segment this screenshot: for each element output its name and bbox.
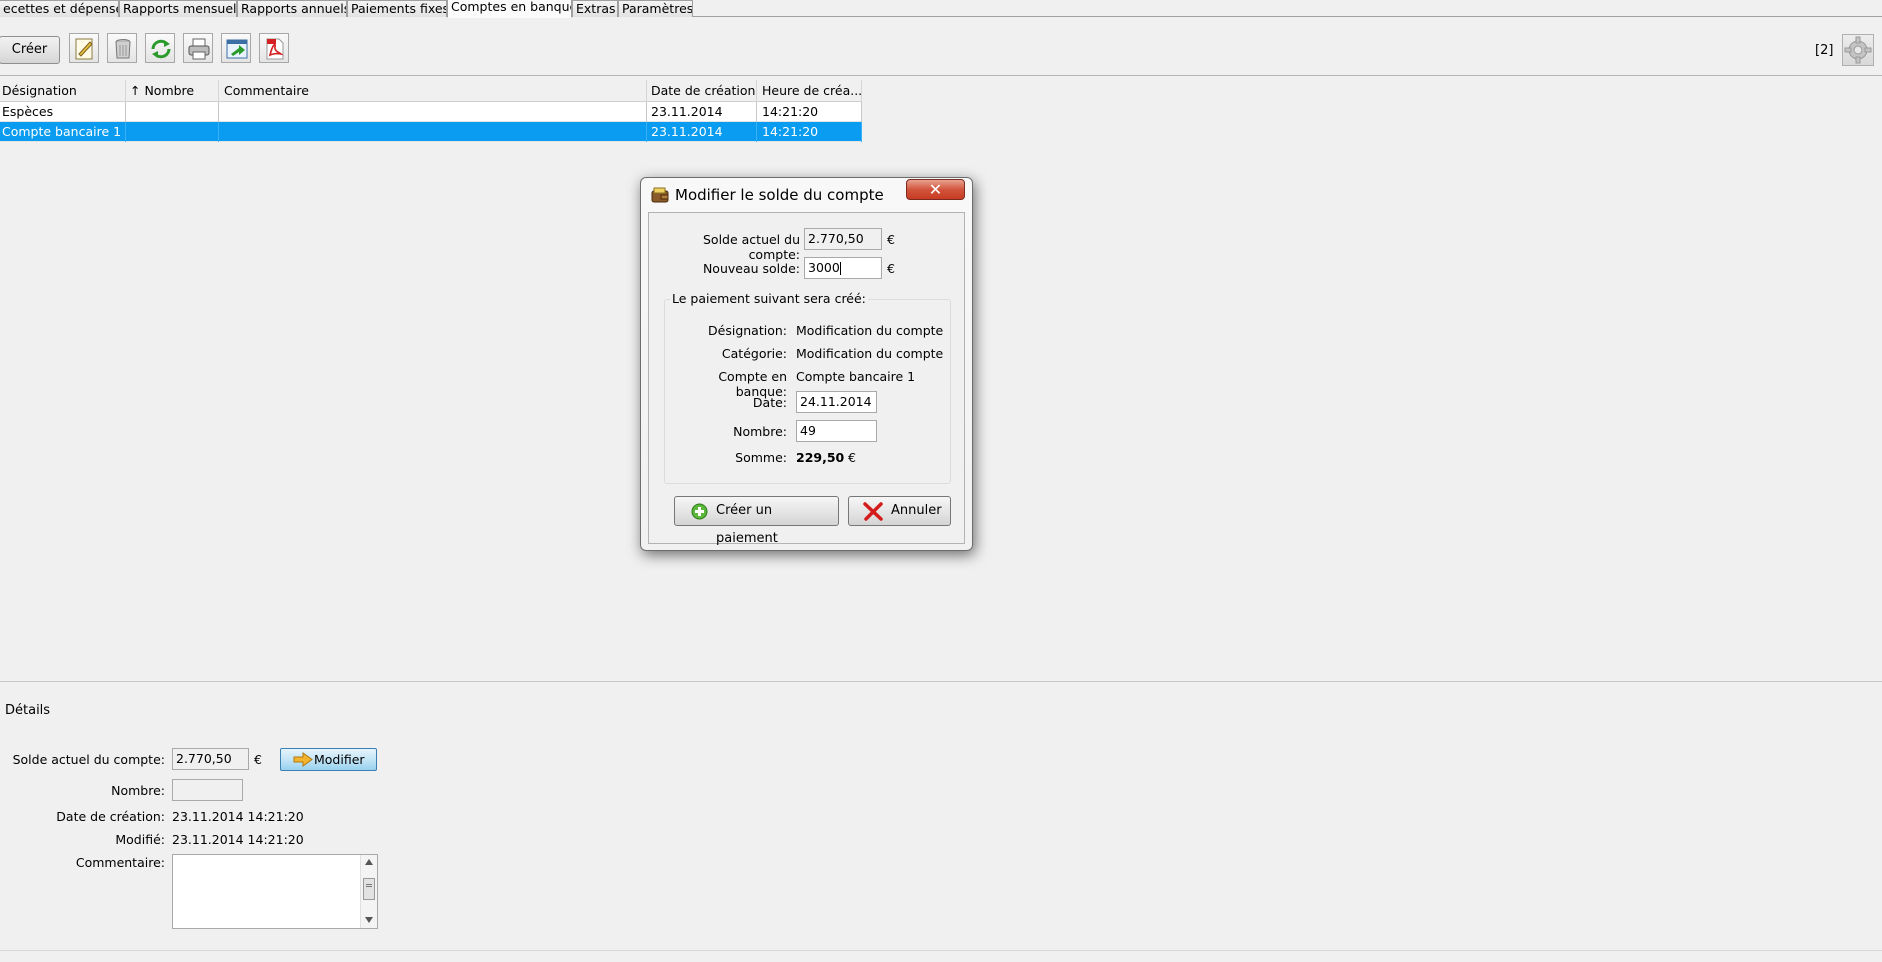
cell-commentaire xyxy=(219,122,647,142)
create-payment-label: Créer un paiement xyxy=(716,503,778,546)
comment-scrollbar[interactable] xyxy=(360,855,377,928)
cell-commentaire xyxy=(219,102,647,122)
tab-extras[interactable]: Extras xyxy=(572,0,618,17)
preview-somme-value: 229,50 xyxy=(796,450,845,465)
wallet-icon xyxy=(651,187,669,203)
pdf-icon[interactable] xyxy=(259,33,289,63)
preview-categorie-value: Modification du compte xyxy=(796,346,944,361)
details-nombre-label: Nombre: xyxy=(111,783,165,798)
scroll-down-icon[interactable] xyxy=(365,917,373,923)
gear-icon[interactable] xyxy=(1842,34,1874,66)
text-cursor xyxy=(839,262,841,275)
column-nombre[interactable]: ↑ Nombre xyxy=(126,80,219,102)
cell-date: 23.11.2014 xyxy=(647,102,757,122)
modify-button[interactable]: Modifier xyxy=(280,748,377,771)
toolbar: Créer [2] xyxy=(0,18,1882,76)
scroll-up-icon[interactable] xyxy=(365,859,373,865)
print-icon[interactable] xyxy=(183,33,213,63)
details-creation-value: 23.11.2014 14:21:20 xyxy=(172,809,304,824)
dialog-solde-label: Solde actuel du compte: xyxy=(702,232,800,262)
dialog-body: Solde actuel du compte: 2.770,50 € Nouve… xyxy=(648,212,965,544)
details-currency: € xyxy=(254,752,262,767)
tab-recettes-depenses[interactable]: ecettes et dépenses xyxy=(0,0,119,17)
cell-date: 23.11.2014 xyxy=(647,122,757,142)
new-balance-value: 3000 xyxy=(808,260,840,275)
cancel-button[interactable]: Annuler xyxy=(848,496,951,526)
details-comment-field[interactable] xyxy=(172,854,378,929)
edit-icon[interactable] xyxy=(69,33,99,63)
refresh-icon[interactable] xyxy=(145,33,175,63)
details-modifie-label: Modifié: xyxy=(115,832,165,847)
modify-balance-dialog: Modifier le solde du compte ✕ Solde actu… xyxy=(640,177,973,551)
column-date-creation[interactable]: Date de création xyxy=(647,80,757,102)
details-comment-label: Commentaire: xyxy=(75,855,165,870)
preview-date-label: Date: xyxy=(752,395,787,410)
create-payment-button[interactable]: Créer un paiement xyxy=(674,496,839,546)
cell-nombre xyxy=(126,102,219,122)
preview-somme-currency: € xyxy=(848,450,856,465)
payment-preview-title: Le paiement suivant sera créé: xyxy=(670,291,868,306)
tab-parametres[interactable]: Paramètres xyxy=(618,0,693,17)
new-balance-input[interactable]: 3000 xyxy=(804,257,882,279)
close-icon: ✕ xyxy=(928,180,943,199)
payment-date-input[interactable]: 24.11.2014 xyxy=(796,391,877,413)
preview-compte-value: Compte bancaire 1 xyxy=(796,369,916,384)
dialog-solde-currency: € xyxy=(887,232,895,247)
column-heure-creation[interactable]: Heure de créa... xyxy=(757,80,862,102)
dialog-solde-field: 2.770,50 xyxy=(804,228,882,250)
table-row[interactable]: Espèces 23.11.2014 14:21:20 xyxy=(0,102,862,122)
dialog-title: Modifier le solde du compte xyxy=(675,186,884,204)
cell-designation: Compte bancaire 1 xyxy=(0,122,126,142)
tab-bar: ecettes et dépenses Rapports mensuels Ra… xyxy=(0,0,1882,18)
details-nombre-field xyxy=(172,779,243,801)
preview-categorie-label: Catégorie: xyxy=(721,346,787,361)
preview-designation-label: Désignation: xyxy=(708,323,787,338)
details-title: Détails xyxy=(5,703,51,718)
delete-icon[interactable] xyxy=(107,33,137,63)
dialog-close-button[interactable]: ✕ xyxy=(906,179,965,200)
payment-preview-group: Le paiement suivant sera créé: Désignati… xyxy=(664,291,951,484)
table-header: Désignation ↑ Nombre Commentaire Date de… xyxy=(0,80,862,102)
record-counter: [2] xyxy=(1815,43,1834,58)
table-row-selected[interactable]: Compte bancaire 1 23.11.2014 14:21:20 xyxy=(0,122,862,142)
modify-button-label: Modifier xyxy=(314,752,365,767)
tab-comptes-en-banque[interactable]: Comptes en banque xyxy=(447,0,572,18)
column-commentaire[interactable]: Commentaire xyxy=(219,80,647,102)
scroll-thumb[interactable] xyxy=(363,878,375,900)
payment-nombre-input[interactable]: 49 xyxy=(796,420,877,442)
dialog-nouveau-currency: € xyxy=(887,261,895,276)
details-creation-label: Date de création: xyxy=(56,809,165,824)
details-divider xyxy=(0,681,1882,682)
details-solde-label: Solde actuel du compte: xyxy=(12,752,165,767)
bottom-border xyxy=(0,950,1882,951)
cancel-label: Annuler xyxy=(891,503,942,518)
add-icon xyxy=(691,503,708,520)
preview-nombre-label: Nombre: xyxy=(733,424,787,439)
column-designation[interactable]: Désignation xyxy=(0,80,126,102)
export-icon[interactable] xyxy=(221,33,251,63)
cell-heure: 14:21:20 xyxy=(757,102,862,122)
preview-designation-value: Modification du compte xyxy=(796,323,944,338)
details-solde-field: 2.770,50 xyxy=(172,748,249,770)
details-modifie-value: 23.11.2014 14:21:20 xyxy=(172,832,304,847)
tab-rapports-annuels[interactable]: Rapports annuels xyxy=(237,0,347,17)
tab-rapports-mensuels[interactable]: Rapports mensuels xyxy=(119,0,237,17)
cancel-icon xyxy=(863,502,883,521)
cell-designation: Espèces xyxy=(0,102,126,122)
accounts-table: Désignation ↑ Nombre Commentaire Date de… xyxy=(0,80,862,142)
tab-paiements-fixes[interactable]: Paiements fixes xyxy=(347,0,447,17)
preview-somme-label: Somme: xyxy=(735,450,787,465)
cell-heure: 14:21:20 xyxy=(757,122,862,142)
create-button[interactable]: Créer xyxy=(0,36,60,64)
arrow-right-icon xyxy=(293,752,313,767)
cell-nombre xyxy=(126,122,219,142)
dialog-nouveau-label: Nouveau solde: xyxy=(702,261,800,276)
